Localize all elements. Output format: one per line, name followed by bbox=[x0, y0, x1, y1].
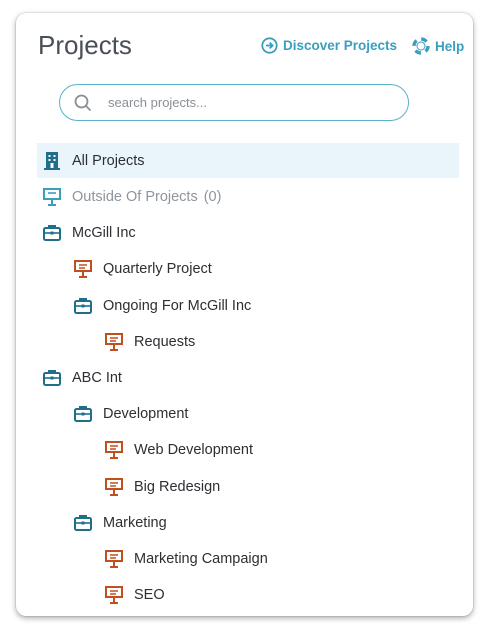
tree-item-label: All Projects bbox=[72, 152, 145, 169]
briefcase-icon bbox=[72, 513, 94, 533]
easel-icon bbox=[103, 477, 125, 497]
page-title: Projects bbox=[38, 30, 132, 60]
tree-item-big-redesign[interactable]: Big Redesign bbox=[103, 469, 220, 504]
easel-icon bbox=[103, 585, 125, 605]
search-input[interactable] bbox=[106, 94, 380, 111]
building-icon bbox=[41, 151, 63, 171]
discover-projects-link[interactable]: Discover Projects bbox=[261, 37, 397, 54]
easel-icon bbox=[41, 187, 63, 207]
easel-icon bbox=[103, 549, 125, 569]
easel-icon bbox=[72, 259, 94, 279]
tree-item-mcgill-inc[interactable]: McGill Inc bbox=[41, 215, 136, 250]
projects-panel: Projects Discover Projects Help search p… bbox=[16, 13, 473, 616]
tree-item-requests[interactable]: Requests bbox=[103, 324, 195, 359]
outside-count: (0) bbox=[203, 188, 222, 205]
easel-icon bbox=[103, 440, 125, 460]
tree-item-marketing[interactable]: Marketing bbox=[72, 505, 167, 540]
lifebuoy-icon bbox=[412, 37, 430, 55]
tree-item-label: ABC Int bbox=[72, 369, 122, 386]
search-box[interactable] bbox=[59, 84, 409, 121]
tree-item-label: Web Development bbox=[134, 441, 254, 458]
tree-item-label: Marketing Campaign bbox=[134, 550, 268, 567]
briefcase-icon bbox=[72, 404, 94, 424]
briefcase-icon bbox=[72, 296, 94, 316]
easel-icon bbox=[103, 332, 125, 352]
arrow-circle-icon bbox=[261, 37, 278, 54]
tree-item-label: Marketing bbox=[103, 514, 167, 531]
tree-item-label: McGill Inc bbox=[72, 224, 136, 241]
tree-item-label: SEO bbox=[134, 586, 165, 603]
tree-item-abc-int[interactable]: ABC Int bbox=[41, 360, 122, 395]
tree-item-web-development[interactable]: Web Development bbox=[103, 432, 253, 467]
help-link[interactable]: Help bbox=[412, 37, 464, 55]
tree-item-all-projects[interactable]: All Projects bbox=[37, 143, 459, 178]
tree-item-quarterly-project[interactable]: Quarterly Project bbox=[72, 251, 212, 286]
tree-item-marketing-campaign[interactable]: Marketing Campaign bbox=[103, 541, 268, 576]
tree-item-label: Quarterly Project bbox=[103, 260, 212, 277]
tree-item-label: Requests bbox=[134, 333, 196, 350]
search-icon bbox=[74, 94, 92, 111]
tree-item-label: Ongoing For McGill Inc bbox=[103, 297, 252, 314]
help-label: Help bbox=[435, 38, 465, 54]
tree-item-label: Development bbox=[103, 405, 189, 422]
tree-item-development[interactable]: Development bbox=[72, 396, 188, 431]
discover-projects-label: Discover Projects bbox=[283, 38, 398, 53]
briefcase-icon bbox=[41, 223, 63, 243]
tree-item-label: Big Redesign bbox=[134, 478, 221, 495]
tree-item-label: Outside Of Projects bbox=[72, 188, 198, 205]
tree-item-seo[interactable]: SEO bbox=[103, 577, 165, 612]
briefcase-icon bbox=[41, 368, 63, 388]
tree-item-outside-of-projects[interactable]: Outside Of Projects (0) bbox=[41, 179, 221, 214]
tree-item-ongoing-for-mcgill[interactable]: Ongoing For McGill Inc bbox=[72, 288, 251, 323]
